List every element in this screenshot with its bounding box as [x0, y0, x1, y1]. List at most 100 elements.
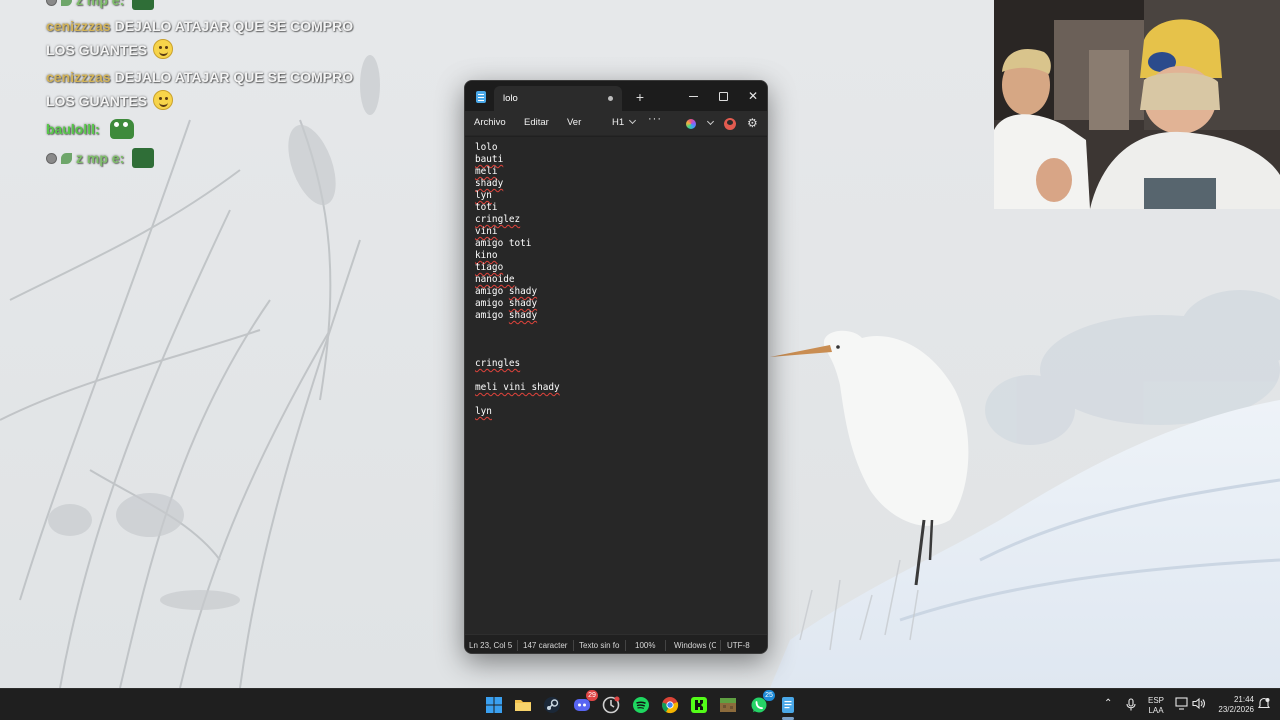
- misspelled-word: cringlez: [475, 214, 521, 225]
- notification-badge: 29: [586, 690, 598, 701]
- menu-bar: Archivo Editar Ver H1 ··· ⚙: [465, 111, 767, 136]
- layout-label: LAA: [1148, 706, 1164, 715]
- text-line: kino: [475, 250, 498, 262]
- line-word: amigo: [475, 310, 509, 321]
- chat-username: baulolll:: [46, 121, 100, 137]
- notepad-window: lolo + ✕ Archivo Editar Ver H1 ··· ⚙ lol…: [464, 80, 768, 654]
- minecraft-icon[interactable]: [718, 695, 738, 715]
- line-ending[interactable]: Windows (C: [674, 641, 716, 650]
- status-divider: [573, 640, 574, 651]
- line-text: toti: [475, 202, 498, 213]
- frog-emote-icon: [109, 119, 134, 139]
- text-line: shady: [475, 178, 503, 190]
- notepad-taskbar-icon[interactable]: [778, 695, 798, 715]
- heading-label: H1: [612, 117, 625, 128]
- tab-document[interactable]: lolo: [494, 86, 622, 111]
- kick-icon[interactable]: [689, 695, 709, 715]
- chat-text: DEJALO ATAJAR QUE SE COMPRO: [114, 18, 354, 34]
- chat-text: LOS GUANTES: [46, 93, 148, 109]
- chat-message: z mp e:: [46, 146, 366, 170]
- text-line: amigo shady: [475, 298, 537, 310]
- network-icon[interactable]: [1175, 697, 1189, 713]
- windows-start-icon[interactable]: [484, 695, 504, 715]
- unsaved-dot-icon[interactable]: [608, 96, 613, 101]
- status-divider: [665, 640, 666, 651]
- steam-icon[interactable]: [542, 695, 562, 715]
- microphone-icon[interactable]: [1126, 698, 1136, 714]
- menu-ver[interactable]: Ver: [567, 117, 581, 128]
- line-text: amigo toti: [475, 238, 532, 249]
- chevron-up-icon[interactable]: ⌃: [1104, 698, 1112, 709]
- misspelled-word: vini: [475, 226, 498, 237]
- tab-label: lolo: [503, 93, 518, 104]
- misspelled-word: cringles: [475, 358, 521, 369]
- smile-emoji-icon: [153, 39, 174, 59]
- discord-icon[interactable]: 29: [572, 690, 598, 715]
- chevron-down-icon[interactable]: [706, 117, 715, 126]
- chat-username: cenizzzas: [46, 18, 111, 34]
- whatsapp-icon[interactable]: 25: [749, 690, 775, 715]
- misspelled-word: meli vini shady: [475, 382, 560, 393]
- chat-message: cenizzzas DEJALO ATAJAR QUE SE COMPRO LOS…: [46, 14, 366, 62]
- text-line: amigo shady: [475, 310, 537, 322]
- misspelled-word: shady: [508, 286, 538, 297]
- gear-icon[interactable]: ⚙: [747, 117, 759, 129]
- text-line: nanoide: [475, 274, 515, 286]
- status-divider: [517, 640, 518, 651]
- title-bar[interactable]: lolo + ✕: [465, 81, 767, 111]
- notification-bell-icon[interactable]: [1257, 697, 1271, 713]
- clock-date: 23/2/2026: [1218, 705, 1254, 714]
- menu-archivo[interactable]: Archivo: [474, 117, 506, 128]
- clock[interactable]: 21:44 23/2/2026: [1208, 695, 1254, 715]
- line-text: lolo: [475, 142, 498, 153]
- copilot-icon[interactable]: [686, 119, 696, 129]
- clock-app-icon[interactable]: [601, 695, 621, 715]
- badge-icon: [46, 153, 57, 164]
- text-format[interactable]: Texto sin fo: [579, 641, 621, 650]
- smile-emoji-icon: [153, 90, 174, 110]
- more-options-button[interactable]: ···: [648, 113, 662, 125]
- webcam-feed: [994, 0, 1280, 209]
- minimize-button[interactable]: [678, 81, 708, 111]
- heading-dropdown[interactable]: H1: [612, 116, 637, 128]
- text-line: cringlez: [475, 214, 520, 226]
- cursor-position: Ln 23, Col 5: [469, 641, 513, 650]
- emote-icon: [132, 148, 155, 168]
- volume-icon[interactable]: [1192, 697, 1206, 713]
- status-divider: [720, 640, 721, 651]
- text-editor[interactable]: lolo bauti meli shady lyn toti cringlez vini ami…: [465, 137, 767, 634]
- zoom-level[interactable]: 100%: [635, 641, 661, 650]
- new-tab-button[interactable]: +: [633, 87, 647, 107]
- close-button[interactable]: ✕: [738, 81, 767, 111]
- misspelled-word: shady: [508, 310, 538, 321]
- character-count: 147 caracter: [523, 641, 568, 650]
- text-line: vini: [475, 226, 498, 238]
- emote-icon: [132, 0, 155, 10]
- chat-message: z mp e:: [46, 0, 366, 12]
- menu-editar[interactable]: Editar: [524, 117, 549, 128]
- encoding[interactable]: UTF-8: [727, 641, 757, 650]
- misspelled-word: bauti: [475, 154, 504, 165]
- status-bar: Ln 23, Col 5 147 caracter Texto sin fo 1…: [465, 634, 767, 653]
- chevron-down-icon: [629, 116, 637, 125]
- misspelled-word: nanoide: [475, 274, 515, 285]
- taskbar: 29 25 ⌃ ESP LAA 21:44 23/2/2026: [0, 688, 1280, 720]
- line-word: amigo: [475, 298, 509, 309]
- file-explorer-icon[interactable]: [513, 695, 533, 715]
- badge-icon: [61, 153, 72, 164]
- spotify-icon[interactable]: [631, 695, 651, 715]
- language-label: ESP: [1147, 696, 1164, 705]
- status-divider: [625, 640, 626, 651]
- chat-username: z mp e:: [76, 150, 125, 166]
- text-line: bauti: [475, 154, 503, 166]
- text-line: meli vini shady: [475, 382, 560, 394]
- text-line: lolo: [475, 142, 498, 154]
- input-language[interactable]: ESP LAA: [1143, 696, 1169, 716]
- chrome-icon[interactable]: [660, 695, 680, 715]
- chat-text: DEJALO ATAJAR QUE SE COMPRO: [114, 69, 354, 85]
- account-icon[interactable]: [724, 118, 736, 130]
- maximize-button[interactable]: [708, 81, 738, 111]
- chat-username: z mp e:: [76, 0, 125, 8]
- chat-message: baulolll:: [46, 117, 366, 141]
- clock-time: 21:44: [1233, 695, 1254, 704]
